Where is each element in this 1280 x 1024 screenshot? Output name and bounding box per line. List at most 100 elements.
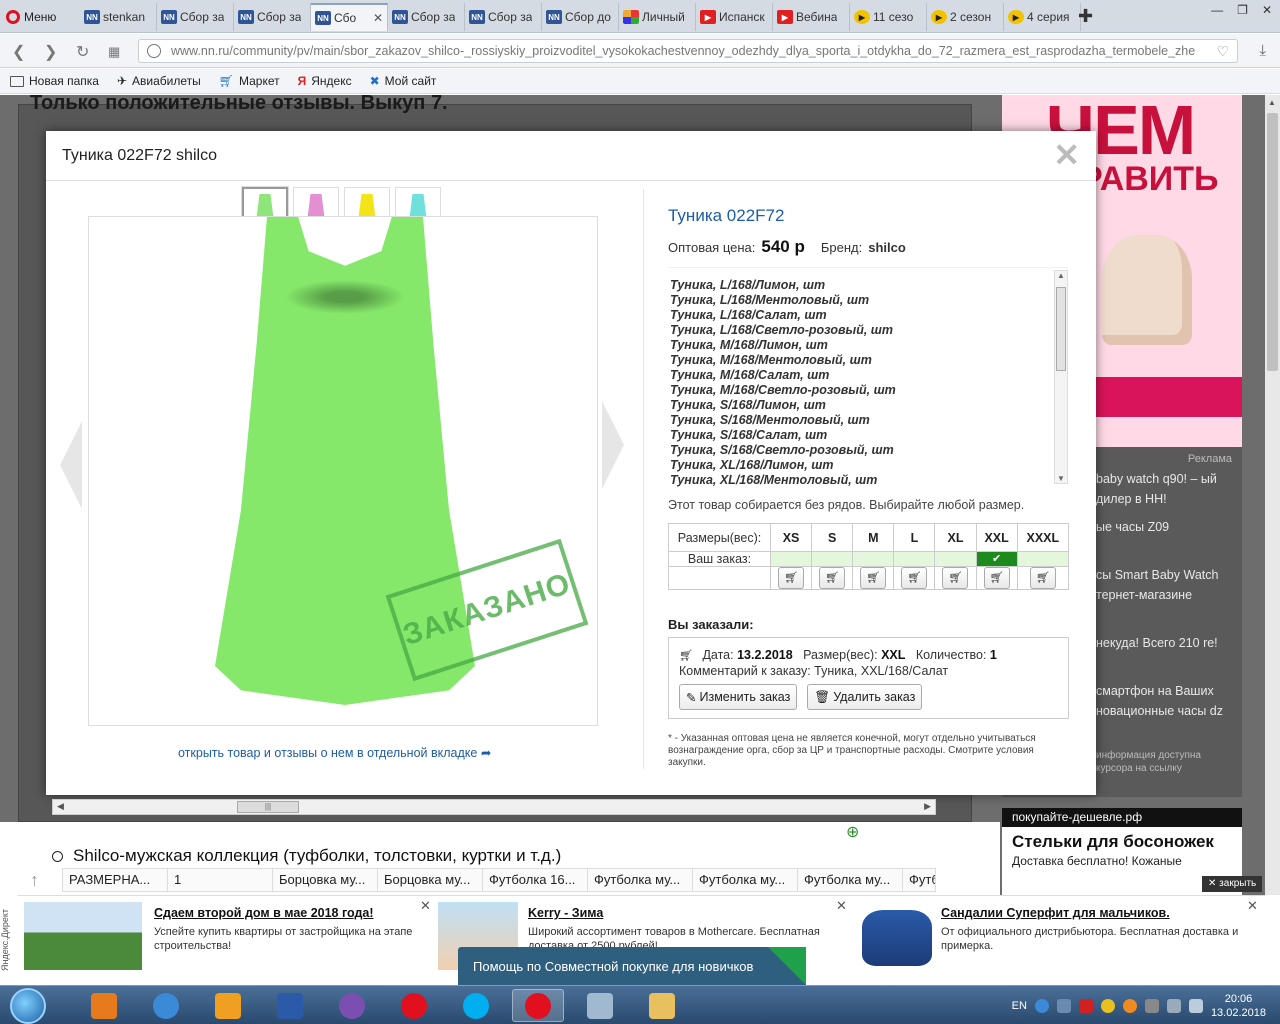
close-icon[interactable]: ✕	[1053, 137, 1080, 173]
add-to-cart-button[interactable]: 🛒︎	[983, 567, 1010, 589]
bookmark-my-site[interactable]: ✖ Мой сайт	[370, 74, 437, 88]
scroll-right-icon[interactable]: ▶	[924, 801, 931, 812]
maximize-icon[interactable]: ❐	[1237, 3, 1248, 17]
url-field[interactable]: www.nn.ru/community/pv/main/sbor_zakazov…	[138, 39, 1238, 63]
product-image[interactable]: ЗАКАЗАНО	[88, 216, 598, 726]
speed-dial-icon[interactable]: ▦	[108, 44, 120, 60]
close-icon[interactable]: ✕	[420, 898, 431, 914]
page-scrollbar[interactable]: ▲	[1265, 95, 1280, 895]
network-icon[interactable]	[1166, 998, 1181, 1013]
add-to-cart-button[interactable]: 🛒︎	[901, 567, 928, 589]
browser-tab[interactable]: ▶ 11 сезо	[850, 3, 927, 31]
volume-icon[interactable]	[1188, 998, 1203, 1013]
flag-icon[interactable]	[1144, 998, 1159, 1013]
product-cell[interactable]: Футболка му...	[798, 869, 903, 891]
modal-horizontal-scrollbar[interactable]: ◀ ||| ▶	[52, 799, 936, 815]
scroll-down-icon[interactable]: ▼	[1057, 474, 1065, 483]
browser-tab[interactable]: NN stenkan	[80, 3, 157, 31]
minimize-icon[interactable]: —	[1211, 3, 1223, 17]
product-cell[interactable]: Футболка му...	[693, 869, 798, 891]
scrollbar-thumb[interactable]	[1267, 113, 1278, 371]
ad-link[interactable]: некуда! Всего 210 re!	[1096, 633, 1236, 653]
bookmark-yandex[interactable]: Я Яндекс	[298, 74, 352, 88]
product-cell[interactable]: Борцовка му...	[273, 869, 378, 891]
bookmark-market[interactable]: 🛒︎ Маркет	[219, 74, 280, 88]
language-indicator[interactable]: EN	[1012, 1000, 1027, 1012]
browser-tab[interactable]: NN Сбор до	[542, 3, 619, 31]
browser-tab[interactable]: NN Сбор за	[465, 3, 542, 31]
product-name[interactable]: Туника 022F72	[668, 206, 784, 226]
zoom-in-icon[interactable]: ⊕	[846, 822, 859, 842]
ad-link[interactable]: baby watch q90! – ый дилер в НН!	[1096, 469, 1236, 509]
scroll-up-icon[interactable]: ▲	[1057, 271, 1065, 280]
taskbar-opera[interactable]	[388, 989, 440, 1022]
tray-app-icon[interactable]	[1100, 998, 1115, 1013]
section-title[interactable]: Shilco-мужская коллекция (туфболки, толс…	[52, 846, 561, 866]
browser-tab[interactable]: ▶ 2 сезон	[927, 3, 1004, 31]
browser-tab[interactable]: ▶ Вебина	[773, 3, 850, 31]
product-cell[interactable]: 1	[168, 869, 273, 891]
browser-menu-button[interactable]: Меню	[6, 6, 56, 28]
ad-link[interactable]: сы Smart Baby Watch тернет-магазине	[1096, 565, 1236, 605]
add-to-cart-button[interactable]: 🛒︎	[778, 567, 805, 589]
close-icon[interactable]: ✕	[1247, 898, 1258, 914]
site-info-icon[interactable]	[147, 44, 161, 58]
help-newbies-button[interactable]: Помощь по Совместной покупке для новичко…	[458, 947, 806, 985]
taskbar-ccleaner[interactable]	[140, 989, 192, 1022]
bookmark-flights[interactable]: ✈ Авиабилеты	[117, 74, 201, 88]
scroll-top-icon[interactable]: ↑	[30, 870, 50, 890]
ad-link[interactable]: смартфон на Ваших новационные часы dz	[1096, 681, 1236, 721]
add-to-cart-button[interactable]: 🛒︎	[819, 567, 846, 589]
clock[interactable]: 20:06 13.02.2018	[1211, 992, 1266, 1020]
bottom-ad-3[interactable]: Сандалии Суперфит для мальчиков. От офиц…	[854, 896, 1259, 986]
help-icon[interactable]	[1034, 998, 1049, 1013]
browser-tab[interactable]: NN Сбор за	[157, 3, 234, 31]
browser-tab[interactable]: NN Сбор за	[388, 3, 465, 31]
taskbar-calculator[interactable]	[574, 989, 626, 1022]
close-window-icon[interactable]: ✕	[1262, 3, 1272, 17]
edit-order-button[interactable]: ✎ Изменить заказ	[679, 684, 798, 710]
scroll-left-icon[interactable]: ◀	[57, 801, 64, 812]
product-cell[interactable]: Борцовка му...	[378, 869, 483, 891]
browser-tab[interactable]: NN Сбор за	[234, 3, 311, 31]
new-tab-icon[interactable]: ✚	[1078, 6, 1093, 27]
product-cell[interactable]: Футболка 16...	[483, 869, 588, 891]
taskbar-media-player[interactable]	[78, 989, 130, 1022]
browser-tab[interactable]: NN Сбо ✕	[311, 3, 388, 31]
add-to-cart-button[interactable]: 🛒︎	[1029, 567, 1056, 589]
back-icon[interactable]: ❮	[12, 42, 25, 62]
product-cell[interactable]: Футболка му...	[588, 869, 693, 891]
forward-icon[interactable]: ❯	[44, 42, 57, 62]
heart-icon[interactable]: ♡	[1216, 43, 1229, 60]
product-cell[interactable]: РАЗМЕРНА...	[63, 869, 168, 891]
variants-scrollbar[interactable]: ▲ ▼	[1054, 270, 1068, 484]
product-cell[interactable]: Футб	[903, 869, 935, 891]
tray-app-icon[interactable]	[1122, 998, 1137, 1013]
download-icon[interactable]: ⤓	[1259, 42, 1266, 59]
reload-icon[interactable]: ↻	[76, 42, 89, 62]
close-icon[interactable]: ✕	[836, 898, 847, 914]
lang-en-icon[interactable]	[1078, 998, 1093, 1013]
start-button[interactable]	[10, 988, 46, 1024]
keyboard-icon[interactable]	[1056, 998, 1071, 1013]
taskbar-opera-active[interactable]	[512, 989, 564, 1022]
add-to-cart-button[interactable]: 🛒︎	[942, 567, 969, 589]
browser-tab[interactable]: Личный	[619, 3, 696, 31]
delete-order-button[interactable]: 🗑︎ Удалить заказ	[807, 684, 923, 710]
browser-tab[interactable]: ▶ 4 серия	[1004, 3, 1081, 31]
close-tab-icon[interactable]: ✕	[373, 11, 383, 25]
browser-tab[interactable]: ▶ Испанск	[696, 3, 773, 31]
add-to-cart-button[interactable]: 🛒︎	[860, 567, 887, 589]
open-in-new-tab-link[interactable]: открыть товар и отзывы о нем в отдельной…	[178, 745, 491, 760]
prev-image-arrow[interactable]	[60, 421, 82, 509]
taskbar-word[interactable]	[264, 989, 316, 1022]
next-image-arrow[interactable]	[602, 401, 624, 489]
scrollbar-thumb[interactable]: |||	[237, 801, 299, 813]
bookmark-new-folder[interactable]: Новая папка	[10, 74, 99, 88]
scrollbar-thumb[interactable]	[1056, 287, 1066, 371]
taskbar-explorer[interactable]	[636, 989, 688, 1022]
ad-link[interactable]: ые часы Z09	[1096, 517, 1236, 537]
close-ad-button[interactable]: ✕ закрыть	[1202, 876, 1263, 892]
taskbar-winrar[interactable]	[202, 989, 254, 1022]
bottom-ad-1[interactable]: Сдаем второй дом в мае 2018 года! Успейт…	[24, 896, 431, 986]
